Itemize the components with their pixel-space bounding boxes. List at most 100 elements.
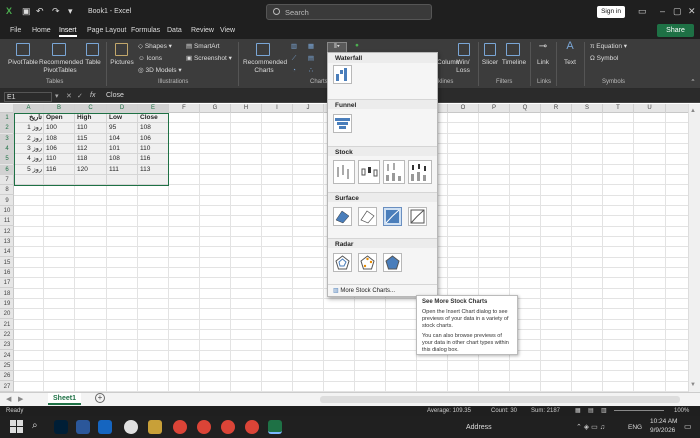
namebox-dropdown-icon[interactable]: ▾ <box>55 92 59 100</box>
filled-radar-option[interactable] <box>383 253 402 272</box>
row-header[interactable]: 2 <box>0 123 14 134</box>
equation-button[interactable]: π Equation ▾ <box>590 43 634 51</box>
column-header[interactable]: E <box>138 104 169 113</box>
table-cell[interactable]: 115 <box>75 134 107 144</box>
text-button[interactable]: Text <box>560 59 580 67</box>
row-header[interactable]: 14 <box>0 247 14 258</box>
table-header-cell[interactable]: Open <box>44 113 75 123</box>
table-cell[interactable]: 101 <box>107 144 138 154</box>
tab-file[interactable]: File <box>10 27 21 34</box>
address-toolbar[interactable]: Address <box>466 424 492 431</box>
insert-function-button[interactable]: fx <box>90 92 95 99</box>
tab-home[interactable]: Home <box>32 27 51 34</box>
language-indicator[interactable]: ENG <box>628 424 642 431</box>
excel-taskbar-icon[interactable] <box>268 420 282 434</box>
column-header[interactable]: A <box>14 104 44 113</box>
table-cell[interactable]: روز 5 <box>14 165 44 175</box>
app-circle-icon[interactable] <box>124 420 138 434</box>
cancel-icon[interactable]: ✕ <box>66 92 72 100</box>
smartart-button[interactable]: ▤ SmartArt <box>186 43 226 51</box>
icons-button[interactable]: ☺ Icons <box>138 55 178 63</box>
table-cell[interactable]: روز 3 <box>14 144 44 154</box>
column-header[interactable]: B <box>44 104 75 113</box>
file-explorer-icon[interactable] <box>148 420 162 434</box>
table-header-cell[interactable]: تاريخ <box>14 113 44 123</box>
table-cell[interactable]: 108 <box>107 154 138 164</box>
sheet-tab-sheet1[interactable]: Sheet1 <box>48 393 81 405</box>
next-sheet-icon[interactable]: ▶ <box>18 395 23 403</box>
row-header[interactable]: 16 <box>0 268 14 278</box>
table-cell[interactable]: 113 <box>138 165 169 175</box>
wireframe-surface-option[interactable] <box>358 207 377 226</box>
table-header-cell[interactable]: Close <box>138 113 169 123</box>
line-chart-button[interactable]: ⟋ <box>287 55 301 63</box>
tab-insert[interactable]: Insert <box>59 27 77 37</box>
add-sheet-button[interactable]: + <box>95 393 105 403</box>
link-button[interactable]: Link <box>533 59 553 67</box>
ribbon-display-icon[interactable]: ▭ <box>638 6 647 17</box>
save-icon[interactable]: ▣ <box>22 6 31 17</box>
column-header[interactable]: J <box>293 104 324 113</box>
enter-icon[interactable]: ✓ <box>77 92 83 100</box>
chrome-icon[interactable] <box>245 420 259 434</box>
table-cell[interactable]: روز 1 <box>14 123 44 133</box>
page-break-view-icon[interactable]: ▥ <box>601 407 607 414</box>
surface-3d-option[interactable] <box>333 207 352 226</box>
select-all-corner[interactable] <box>0 104 14 113</box>
stock-vhlc-option[interactable] <box>383 160 405 184</box>
column-header[interactable]: R <box>541 104 572 113</box>
timeline-button[interactable]: Timeline <box>500 59 528 67</box>
close-icon[interactable]: ✕ <box>688 6 696 17</box>
row-header[interactable]: 18 <box>0 289 14 299</box>
stock-hlc-option[interactable] <box>333 160 355 184</box>
chrome-icon[interactable] <box>197 420 211 434</box>
undo-icon[interactable]: ↶ <box>36 6 44 17</box>
column-header[interactable]: T <box>603 104 634 113</box>
table-cell[interactable]: روز 4 <box>14 154 44 164</box>
table-cell[interactable]: 110 <box>44 154 75 164</box>
table-header-cell[interactable]: Low <box>107 113 138 123</box>
customize-qat-icon[interactable]: ▾ <box>68 6 73 17</box>
photoshop-icon[interactable] <box>54 420 68 434</box>
row-header[interactable]: 19 <box>0 299 14 309</box>
column-header[interactable]: O <box>448 104 479 113</box>
3d-models-button[interactable]: ◎ 3D Models ▾ <box>138 67 186 75</box>
row-header[interactable]: 10 <box>0 206 14 216</box>
column-header[interactable]: F <box>169 104 200 113</box>
redo-icon[interactable]: ↷ <box>52 6 60 17</box>
row-header[interactable]: 1 <box>0 113 14 123</box>
statistic-chart-button[interactable]: ▤ <box>304 55 318 63</box>
column-header[interactable]: Q <box>510 104 541 113</box>
shapes-button[interactable]: ◇ Shapes ▾ <box>138 43 178 51</box>
row-header[interactable]: 11 <box>0 216 14 227</box>
tab-data[interactable]: Data <box>167 27 182 34</box>
table-cell[interactable]: 95 <box>107 123 138 133</box>
formula-input[interactable]: Close <box>106 92 124 99</box>
table-cell[interactable]: 106 <box>138 134 169 144</box>
share-button[interactable]: Share <box>657 24 694 37</box>
stock-ohlc-option[interactable] <box>358 160 380 184</box>
row-header[interactable]: 20 <box>0 309 14 320</box>
hierarchy-chart-button[interactable]: ▦ <box>304 43 318 51</box>
minimize-icon[interactable]: – <box>660 6 665 16</box>
table-cell[interactable]: 116 <box>44 165 75 175</box>
chrome-icon[interactable] <box>173 420 187 434</box>
row-header[interactable]: 6 <box>0 164 14 175</box>
screenshot-button[interactable]: ▣ Screenshot ▾ <box>186 55 234 63</box>
table-cell[interactable]: 111 <box>107 165 138 175</box>
winloss-button[interactable]: Win/Loss <box>452 59 474 75</box>
sign-in-button[interactable]: Sign in <box>597 6 625 18</box>
radar-option[interactable] <box>333 253 352 272</box>
contour-option[interactable] <box>383 207 402 226</box>
row-header[interactable]: 5 <box>0 154 14 165</box>
table-cell[interactable]: 116 <box>138 154 169 164</box>
vertical-scrollbar[interactable] <box>688 104 700 392</box>
column-header[interactable]: P <box>479 104 510 113</box>
collapse-ribbon-icon[interactable]: ⌃ <box>688 79 698 87</box>
waterfall-chart-option[interactable] <box>333 65 352 84</box>
zoom-level[interactable]: 100% <box>674 408 689 414</box>
column-header[interactable]: D <box>107 104 138 113</box>
page-layout-view-icon[interactable]: ▤ <box>588 407 594 414</box>
search-taskbar-icon[interactable]: ⌕ <box>32 420 38 431</box>
row-header[interactable]: 4 <box>0 143 14 154</box>
